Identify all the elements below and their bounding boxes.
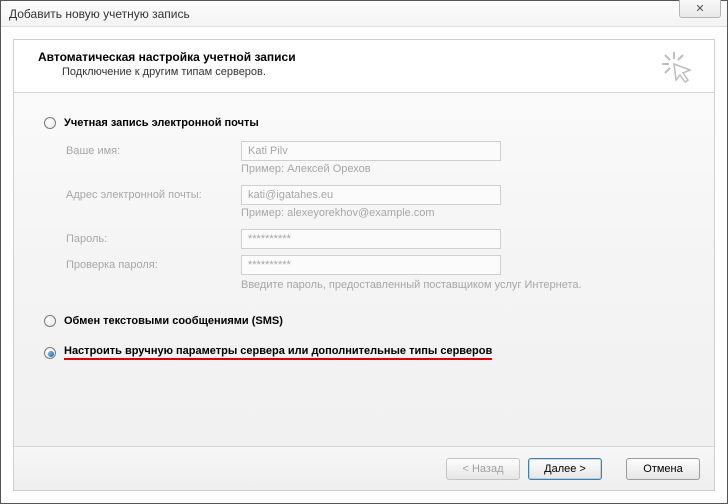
password-confirm-label: Проверка пароля: [66,259,241,271]
titlebar: Добавить новую учетную запись ✕ [1,1,727,27]
back-button: < Назад [446,458,520,480]
email-input [241,185,501,205]
option-manual-config[interactable]: Настроить вручную параметры сервера или … [44,345,684,360]
email-label: Адрес электронной почты: [66,189,241,201]
password-input [241,229,501,249]
next-button[interactable]: Далее > [528,458,602,480]
option-label: Настроить вручную параметры сервера или … [64,345,492,360]
radio-icon [44,315,56,327]
footer-buttons: < Назад Далее > Отмена [14,446,714,490]
window-title: Добавить новую учетную запись [9,7,190,21]
close-button[interactable]: ✕ [679,0,721,18]
dialog-window: Добавить новую учетную запись ✕ Автомати… [0,0,728,504]
password-label: Пароль: [66,233,241,245]
form-area: Учетная запись электронной почты Ваше им… [14,93,714,360]
name-label: Ваше имя: [66,145,241,157]
header-subtitle: Подключение к другим типам серверов. [38,64,696,78]
radio-icon [44,347,56,359]
option-label: Обмен текстовыми сообщениями (SMS) [64,315,283,327]
close-icon: ✕ [695,2,704,15]
cancel-button[interactable]: Отмена [626,458,700,480]
option-sms[interactable]: Обмен текстовыми сообщениями (SMS) [44,315,684,327]
password-confirm-input [241,255,501,275]
email-fields-block: Ваше имя: Пример: Алексей Орехов Адрес э… [66,141,684,291]
cursor-click-icon [660,50,696,89]
email-example: Пример: alexeyorekhov@example.com [241,207,684,219]
option-email-account[interactable]: Учетная запись электронной почты [44,117,684,129]
password-hint: Введите пароль, предоставленный поставщи… [241,279,684,291]
name-example: Пример: Алексей Орехов [241,163,684,175]
header-section: Автоматическая настройка учетной записи … [14,40,714,93]
option-label: Учетная запись электронной почты [64,117,259,129]
name-input [241,141,501,161]
dialog-body: Автоматическая настройка учетной записи … [13,39,715,491]
radio-icon [44,117,56,129]
header-title: Автоматическая настройка учетной записи [38,50,696,64]
